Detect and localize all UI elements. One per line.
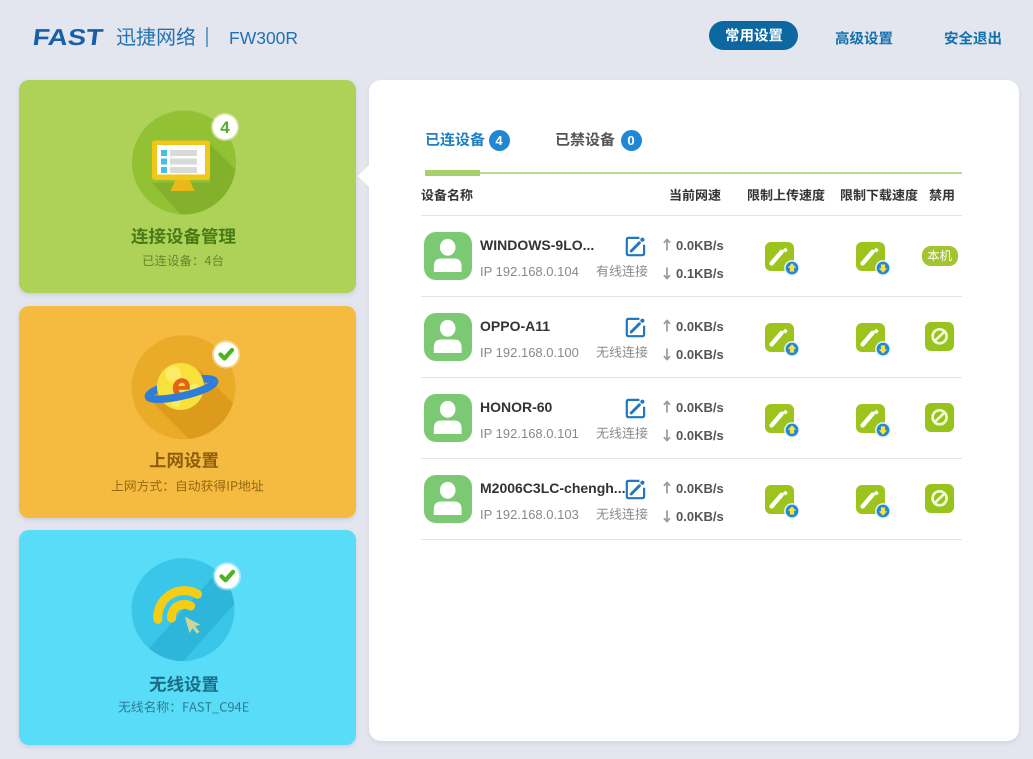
svg-text:4: 4 [220,118,230,137]
